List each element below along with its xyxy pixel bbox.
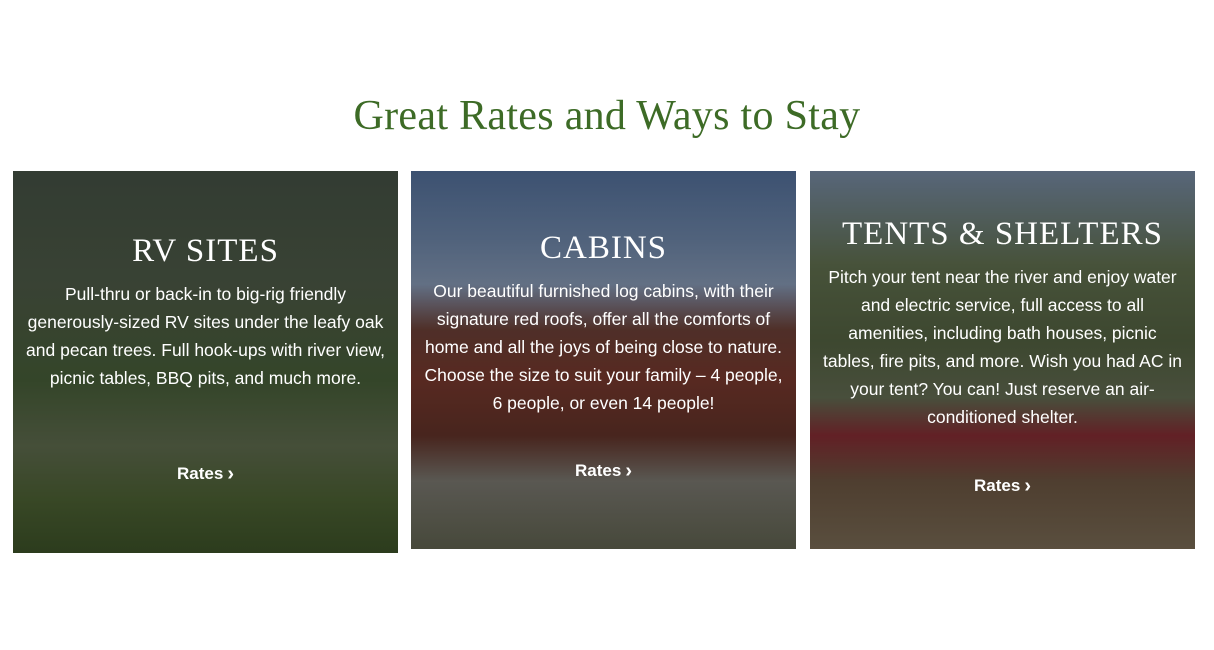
- rates-link-label: Rates: [575, 461, 622, 480]
- tents-shelters-rates-link[interactable]: Rates ›: [810, 476, 1195, 496]
- tents-shelters-description: Pitch your tent near the river and enjoy…: [823, 267, 1182, 427]
- rates-link-label: Rates: [974, 476, 1021, 495]
- tents-shelters-card[interactable]: TENTS & SHELTERS Pitch your tent near th…: [810, 171, 1195, 549]
- rates-link-label: Rates: [177, 464, 224, 483]
- cabins-rates-link[interactable]: Rates ›: [411, 461, 796, 481]
- rv-sites-description: Pull-thru or back-in to big-rig friendly…: [26, 284, 385, 388]
- chevron-right-icon: ›: [1024, 475, 1031, 497]
- cabins-description: Our beautiful furnished log cabins, with…: [424, 281, 783, 413]
- section-title: Great Rates and Ways to Stay: [353, 93, 861, 139]
- chevron-right-icon: ›: [625, 460, 632, 482]
- rv-sites-title: RV SITES: [132, 233, 279, 269]
- rv-sites-rates-link[interactable]: Rates ›: [13, 464, 398, 484]
- cabins-card[interactable]: CABINS Our beautiful furnished log cabin…: [411, 171, 796, 549]
- rv-sites-card[interactable]: RV SITES Pull-thru or back-in to big-rig…: [13, 171, 398, 553]
- tents-shelters-title: TENTS & SHELTERS: [842, 216, 1163, 252]
- chevron-right-icon: ›: [227, 463, 234, 485]
- cabins-title: CABINS: [539, 230, 668, 266]
